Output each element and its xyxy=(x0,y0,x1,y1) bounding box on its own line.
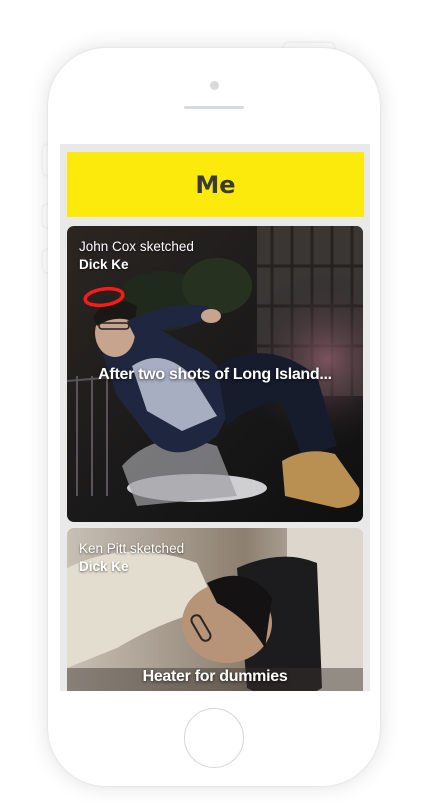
card-caption: After two shots of Long Island... xyxy=(98,366,332,383)
card-author[interactable]: Ken Pitt xyxy=(79,541,126,556)
app-screen: Me John Cox sketched Dick Ke After two s… xyxy=(60,144,370,691)
feed-card[interactable]: John Cox sketched Dick Ke After two shot… xyxy=(67,226,363,522)
page-header: Me xyxy=(67,152,364,217)
card-subject[interactable]: Dick Ke xyxy=(79,558,184,576)
mockup-stage: Me John Cox sketched Dick Ke After two s… xyxy=(0,0,426,812)
card-action: sketched xyxy=(130,541,185,556)
home-button[interactable] xyxy=(184,708,244,768)
card-attribution: Ken Pitt sketched Dick Ke xyxy=(79,540,184,576)
card-subject[interactable]: Dick Ke xyxy=(79,256,194,274)
card-attribution: John Cox sketched Dick Ke xyxy=(79,238,194,274)
card-author[interactable]: John Cox xyxy=(79,239,136,254)
feed-card[interactable]: Ken Pitt sketched Dick Ke Heater for dum… xyxy=(67,528,363,691)
card-caption: Heater for dummies xyxy=(142,668,288,685)
earpiece-speaker xyxy=(184,106,244,109)
card-action: sketched xyxy=(139,239,194,254)
page-title: Me xyxy=(195,170,236,199)
front-camera-icon xyxy=(210,81,219,90)
